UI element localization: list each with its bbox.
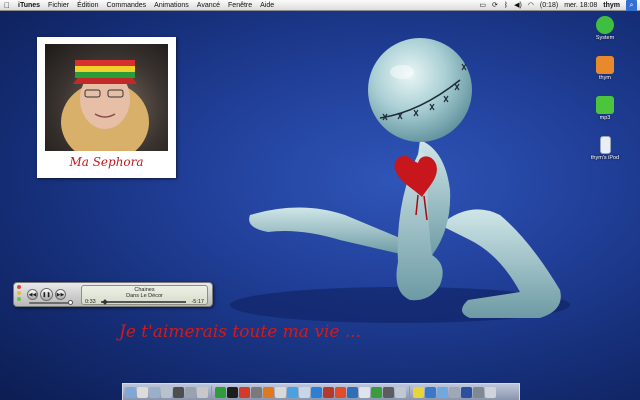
- desktop-icon-label: thym's iPod: [590, 155, 620, 161]
- dock-app-icon[interactable]: [149, 386, 160, 398]
- desktop-icon-label: System: [595, 35, 615, 41]
- desktop-icon-mp3[interactable]: mp3: [588, 96, 622, 121]
- dock-app-icon[interactable]: [449, 386, 460, 398]
- dock-app-icon[interactable]: [287, 386, 298, 398]
- now-playing-display: Chaines Dans Le Décor 0:33 -5:17: [81, 285, 208, 305]
- dock-app-icon[interactable]: [173, 386, 184, 398]
- dock-app-icon[interactable]: [263, 386, 274, 398]
- dock-app-icon[interactable]: [383, 386, 394, 398]
- dock-app-icon[interactable]: [251, 386, 262, 398]
- dock-app-icon[interactable]: [323, 386, 334, 398]
- dock-app-icon[interactable]: [239, 386, 250, 398]
- dock-app-icon[interactable]: [473, 386, 484, 398]
- zoom-button[interactable]: [17, 297, 21, 301]
- dock-app-icon[interactable]: [359, 386, 370, 398]
- desktop-icon-label: thym: [599, 75, 611, 81]
- minimize-button[interactable]: [17, 291, 21, 295]
- desktop-icon-thym[interactable]: thym: [588, 56, 622, 81]
- elapsed-time: 0:33: [85, 299, 96, 305]
- close-button[interactable]: [17, 285, 21, 289]
- volume-knob[interactable]: [68, 300, 73, 305]
- dock-app-icon[interactable]: [461, 386, 472, 398]
- home-folder-icon: [596, 56, 614, 74]
- dock-app-icon[interactable]: [347, 386, 358, 398]
- dock-app-icon[interactable]: [299, 386, 310, 398]
- remaining-time: -5:17: [191, 299, 204, 305]
- dock-app-icon[interactable]: [425, 386, 436, 398]
- dock-app-icon[interactable]: [335, 386, 346, 398]
- dock-app-icon[interactable]: [371, 386, 382, 398]
- photo-widget[interactable]: Ma Sephora: [37, 37, 176, 178]
- dock-app-icon[interactable]: [161, 386, 172, 398]
- desktop-icon-ipod[interactable]: thym's iPod: [588, 136, 622, 161]
- dock: [122, 383, 520, 400]
- dock-app-icon[interactable]: [395, 386, 406, 398]
- itunes-mini-player: ◀◀ ❚❚ ▶▶ Chaines Dans Le Décor 0:33 -5:1…: [13, 282, 213, 307]
- music-folder-icon: [596, 96, 614, 114]
- desktop-icon-label: mp3: [599, 115, 611, 121]
- dock-app-icon[interactable]: [215, 386, 226, 398]
- dock-app-icon[interactable]: [227, 386, 238, 398]
- volume-slider[interactable]: [29, 302, 69, 304]
- drive-icon: [596, 16, 614, 34]
- progress-bar[interactable]: [101, 301, 186, 303]
- dock-separator: [409, 385, 410, 399]
- dock-app-icon[interactable]: [125, 386, 136, 398]
- dock-separator: [211, 385, 212, 399]
- dock-app-icon[interactable]: [311, 386, 322, 398]
- dock-app-icon[interactable]: [137, 386, 148, 398]
- album-name: Dans Le Décor: [126, 293, 163, 299]
- previous-track-button[interactable]: ◀◀: [27, 289, 38, 300]
- window-controls: [17, 285, 21, 303]
- wallpaper-phrase: Je t'aimerais toute ma vie ...: [119, 322, 362, 342]
- dock-app-icon[interactable]: [413, 386, 424, 398]
- dock-app-icon[interactable]: [437, 386, 448, 398]
- dock-app-icon[interactable]: [197, 386, 208, 398]
- dock-app-icon[interactable]: [185, 386, 196, 398]
- ipod-icon: [599, 136, 611, 154]
- next-track-button[interactable]: ▶▶: [55, 289, 66, 300]
- portrait-photo: [45, 44, 168, 151]
- desktop-icon-system[interactable]: System: [588, 16, 622, 41]
- play-pause-button[interactable]: ❚❚: [40, 288, 53, 301]
- dock-app-icon[interactable]: [485, 386, 496, 398]
- photo-caption: Ma Sephora: [69, 155, 144, 169]
- dock-app-icon[interactable]: [275, 386, 286, 398]
